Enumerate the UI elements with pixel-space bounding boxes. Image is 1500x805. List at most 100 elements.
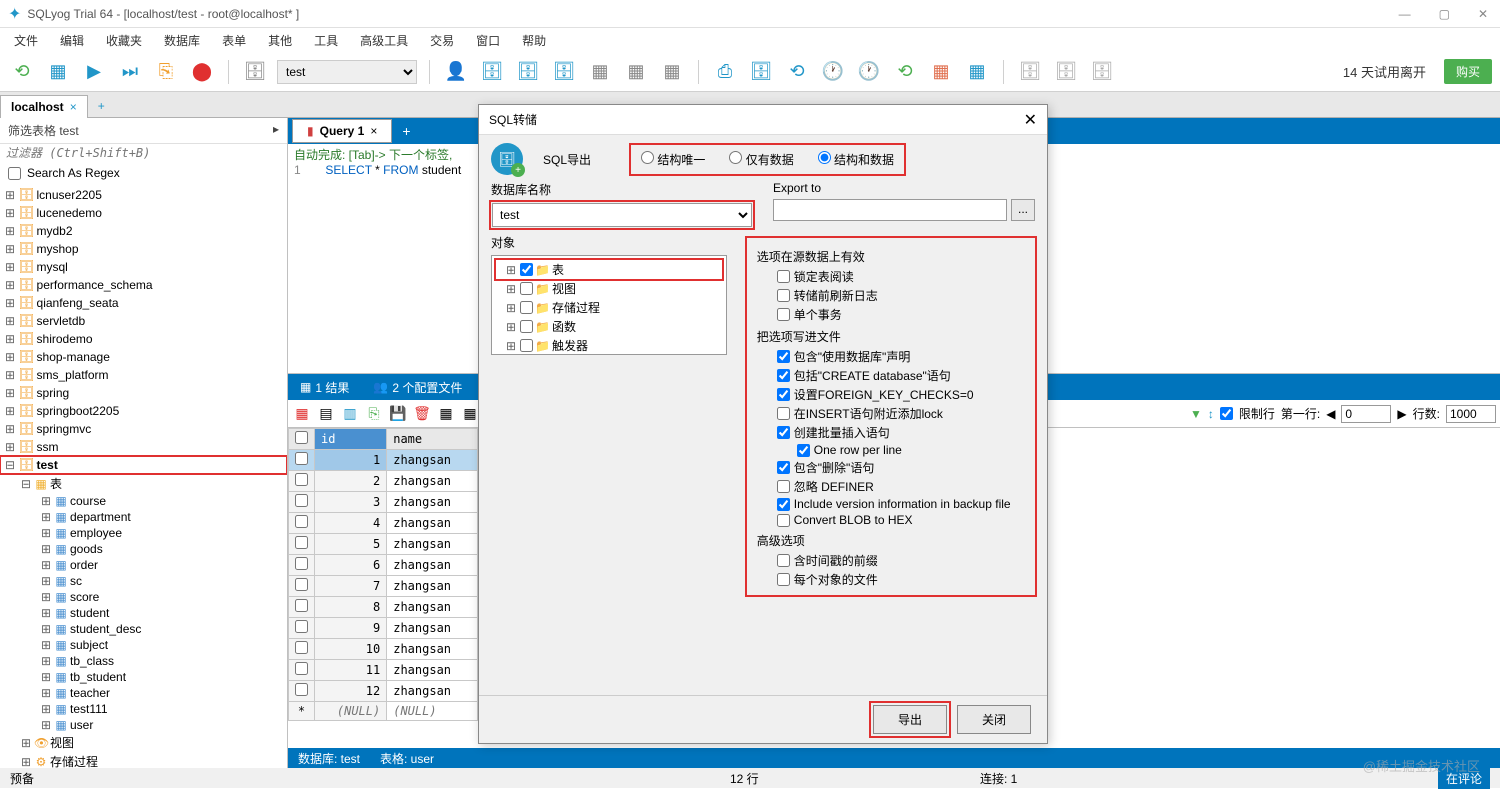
export-result-icon[interactable]: ▦ xyxy=(436,404,456,424)
opt-grp2[interactable]: 创建批量插入语句 xyxy=(757,423,1025,442)
radio-1[interactable]: 仅有数据 xyxy=(729,151,793,168)
opt-grp2[interactable]: Convert BLOB to HEX xyxy=(757,512,1025,528)
opt-含时间戳的前缀[interactable]: 含时间戳的前缀 xyxy=(757,551,1025,570)
table-order[interactable]: ⊞▦ order xyxy=(0,557,287,573)
database-select[interactable]: test xyxy=(277,60,417,84)
buy-button[interactable]: 购买 xyxy=(1444,59,1492,84)
save-icon[interactable]: 💾 xyxy=(388,404,408,424)
opt-grp2[interactable]: 在INSERT语句附近添加lock xyxy=(757,404,1025,423)
menu-帮助[interactable]: 帮助 xyxy=(512,30,556,51)
table-course[interactable]: ⊞▦ course xyxy=(0,493,287,509)
objects-tree[interactable]: ⊞ 📁 表⊞ 📁 视图⊞ 📁 存储过程⊞ 📁 函数⊞ 📁 触发器 📁 事件 xyxy=(491,255,727,355)
table-row[interactable]: 5zhangsan xyxy=(289,534,478,555)
table-student_desc[interactable]: ⊞▦ student_desc xyxy=(0,621,287,637)
select-all-checkbox[interactable] xyxy=(295,431,308,444)
db-performance_schema[interactable]: ⊞🗄 performance_schema xyxy=(0,276,287,294)
regex-checkbox[interactable] xyxy=(8,167,21,180)
query-tab-1[interactable]: ▮ Query 1 × xyxy=(292,119,392,143)
limit-checkbox[interactable] xyxy=(1220,407,1233,420)
table-tb_student[interactable]: ⊞▦ tb_student xyxy=(0,669,287,685)
close-icon[interactable]: ✕ xyxy=(1474,7,1492,21)
text-view-icon[interactable]: ▥ xyxy=(340,404,360,424)
minimize-icon[interactable]: — xyxy=(1395,7,1415,21)
db-shop-manage[interactable]: ⊞🗄 shop-manage xyxy=(0,348,287,366)
stop-icon[interactable]: ⬤ xyxy=(188,58,216,86)
table-sc[interactable]: ⊞▦ sc xyxy=(0,573,287,589)
db-qianfeng_seata[interactable]: ⊞🗄 qianfeng_seata xyxy=(0,294,287,312)
copy-icon[interactable]: ⎘ xyxy=(364,404,384,424)
filter-toggle-icon[interactable]: ▸ xyxy=(273,122,279,139)
node-视图[interactable]: ⊞👁 视图 xyxy=(0,733,287,752)
db-spring[interactable]: ⊞🗄 spring xyxy=(0,384,287,402)
add-connection-tab[interactable]: + xyxy=(88,95,115,117)
table-row-new[interactable]: *(NULL)(NULL) xyxy=(289,702,478,721)
menu-工具[interactable]: 工具 xyxy=(304,30,348,51)
table-row[interactable]: 3zhangsan xyxy=(289,492,478,513)
run-all-icon[interactable]: ⏭ xyxy=(116,58,144,86)
table-row[interactable]: 4zhangsan xyxy=(289,513,478,534)
refresh2-icon[interactable]: ⟲ xyxy=(891,58,919,86)
table2-icon[interactable]: ▦ xyxy=(622,58,650,86)
opt-单个事务[interactable]: 单个事务 xyxy=(757,305,1025,324)
table-icon[interactable]: ▦ xyxy=(586,58,614,86)
opt-grp2[interactable]: 设置FOREIGN_KEY_CHECKS=0 xyxy=(757,385,1025,404)
col-id[interactable]: id xyxy=(315,429,387,450)
result-tab-1[interactable]: ▦1 结果 xyxy=(288,375,361,400)
table-user[interactable]: ⊞▦ user xyxy=(0,717,287,733)
table-student[interactable]: ⊞▦ student xyxy=(0,605,287,621)
opt-grp2[interactable]: One row per line xyxy=(757,442,1025,458)
table3-icon[interactable]: ▦ xyxy=(658,58,686,86)
menu-编辑[interactable]: 编辑 xyxy=(50,30,94,51)
close-query-icon[interactable]: × xyxy=(370,124,377,138)
table-row[interactable]: 11zhangsan xyxy=(289,660,478,681)
delete-icon[interactable]: 🗑 xyxy=(412,404,432,424)
browse-button[interactable]: ... xyxy=(1011,199,1035,221)
db-add-icon[interactable]: 🗄 xyxy=(478,58,506,86)
grey3-icon[interactable]: 🗄 xyxy=(1088,58,1116,86)
opt-转储前刷新日志[interactable]: 转储前刷新日志 xyxy=(757,286,1025,305)
db-sms_platform[interactable]: ⊞🗄 sms_platform xyxy=(0,366,287,384)
obj-触发器[interactable]: ⊞ 📁 触发器 xyxy=(496,336,722,355)
export-icon[interactable]: ⎙ xyxy=(711,58,739,86)
opt-grp2[interactable]: 忽略 DEFINER xyxy=(757,477,1025,496)
schedule-icon[interactable]: 🕐 xyxy=(819,58,847,86)
database-tree[interactable]: ⊞🗄 lcnuser2205⊞🗄 lucenedemo⊞🗄 mydb2⊞🗄 my… xyxy=(0,184,287,768)
table-score[interactable]: ⊞▦ score xyxy=(0,589,287,605)
obj-表[interactable]: ⊞ 📁 表 xyxy=(496,260,722,279)
maximize-icon[interactable]: ▢ xyxy=(1435,7,1454,21)
tables-node[interactable]: ⊟▦ 表 xyxy=(0,474,287,493)
dialog-close-icon[interactable]: ✕ xyxy=(1024,110,1037,130)
next-icon[interactable]: ▶ xyxy=(1397,407,1406,421)
export-button[interactable]: 导出 xyxy=(873,705,947,734)
table-goods[interactable]: ⊞▦ goods xyxy=(0,541,287,557)
db-ssm[interactable]: ⊞🗄 ssm xyxy=(0,438,287,456)
more-icon[interactable]: ▦ xyxy=(460,404,480,424)
menu-窗口[interactable]: 窗口 xyxy=(466,30,510,51)
schedule2-icon[interactable]: 🕐 xyxy=(855,58,883,86)
connection-tab-localhost[interactable]: localhost × xyxy=(0,95,88,118)
menu-数据库[interactable]: 数据库 xyxy=(154,30,210,51)
grid-view-icon[interactable]: ▦ xyxy=(292,404,312,424)
opt-每个对象的文件[interactable]: 每个对象的文件 xyxy=(757,570,1025,589)
opt-grp2[interactable]: 包含"删除"语句 xyxy=(757,458,1025,477)
db-lcnuser2205[interactable]: ⊞🗄 lcnuser2205 xyxy=(0,186,287,204)
filter-input[interactable] xyxy=(6,146,281,160)
table-row[interactable]: 7zhangsan xyxy=(289,576,478,597)
db-shirodemo[interactable]: ⊞🗄 shirodemo xyxy=(0,330,287,348)
menu-文件[interactable]: 文件 xyxy=(4,30,48,51)
menu-高级工具[interactable]: 高级工具 xyxy=(350,30,418,51)
node-存储过程[interactable]: ⊞⚙ 存储过程 xyxy=(0,752,287,768)
table-test111[interactable]: ⊞▦ test111 xyxy=(0,701,287,717)
layout2-icon[interactable]: ▦ xyxy=(963,58,991,86)
table-row[interactable]: 8zhangsan xyxy=(289,597,478,618)
rows-input[interactable] xyxy=(1446,405,1496,423)
prev-icon[interactable]: ◀ xyxy=(1326,407,1335,421)
db-tool2-icon[interactable]: 🗄 xyxy=(550,58,578,86)
user-icon[interactable]: 👤 xyxy=(442,58,470,86)
db-springmvc[interactable]: ⊞🗄 springmvc xyxy=(0,420,287,438)
opt-grp2[interactable]: 包括"CREATE database"语句 xyxy=(757,366,1025,385)
opt-grp2[interactable]: Include version information in backup fi… xyxy=(757,496,1025,512)
obj-视图[interactable]: ⊞ 📁 视图 xyxy=(496,279,722,298)
table-row[interactable]: 2zhangsan xyxy=(289,471,478,492)
opt-锁定表阅读[interactable]: 锁定表阅读 xyxy=(757,267,1025,286)
